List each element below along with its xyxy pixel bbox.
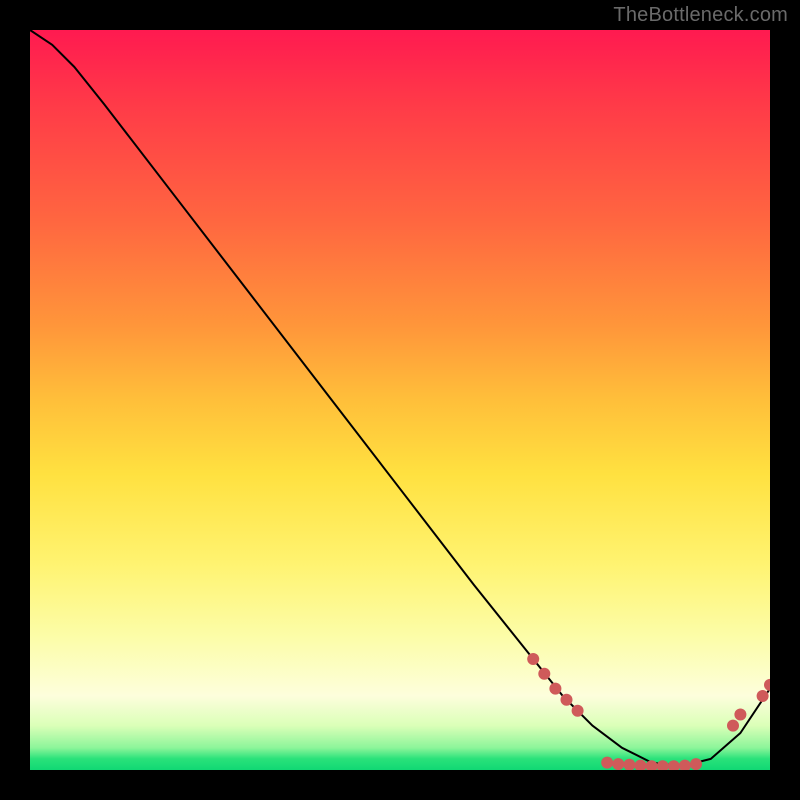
bottleneck-curve	[30, 30, 770, 766]
data-marker	[657, 760, 669, 770]
data-marker	[668, 760, 680, 770]
data-marker	[757, 690, 769, 702]
data-marker	[572, 705, 584, 717]
chart-stage: TheBottleneck.com	[0, 0, 800, 800]
data-marker	[527, 653, 539, 665]
watermark-text: TheBottleneck.com	[613, 4, 788, 27]
data-marker	[561, 694, 573, 706]
data-marker	[612, 758, 624, 770]
chart-overlay	[30, 30, 770, 770]
data-markers	[527, 653, 770, 770]
data-marker	[734, 709, 746, 721]
data-marker	[646, 760, 658, 770]
data-marker	[601, 757, 613, 769]
data-marker	[764, 679, 770, 691]
data-marker	[679, 760, 691, 770]
data-marker	[538, 668, 550, 680]
data-marker	[690, 758, 702, 770]
plot-area	[30, 30, 770, 770]
data-marker	[623, 759, 635, 770]
data-marker	[727, 720, 739, 732]
data-marker	[549, 683, 561, 695]
data-marker	[635, 760, 647, 770]
